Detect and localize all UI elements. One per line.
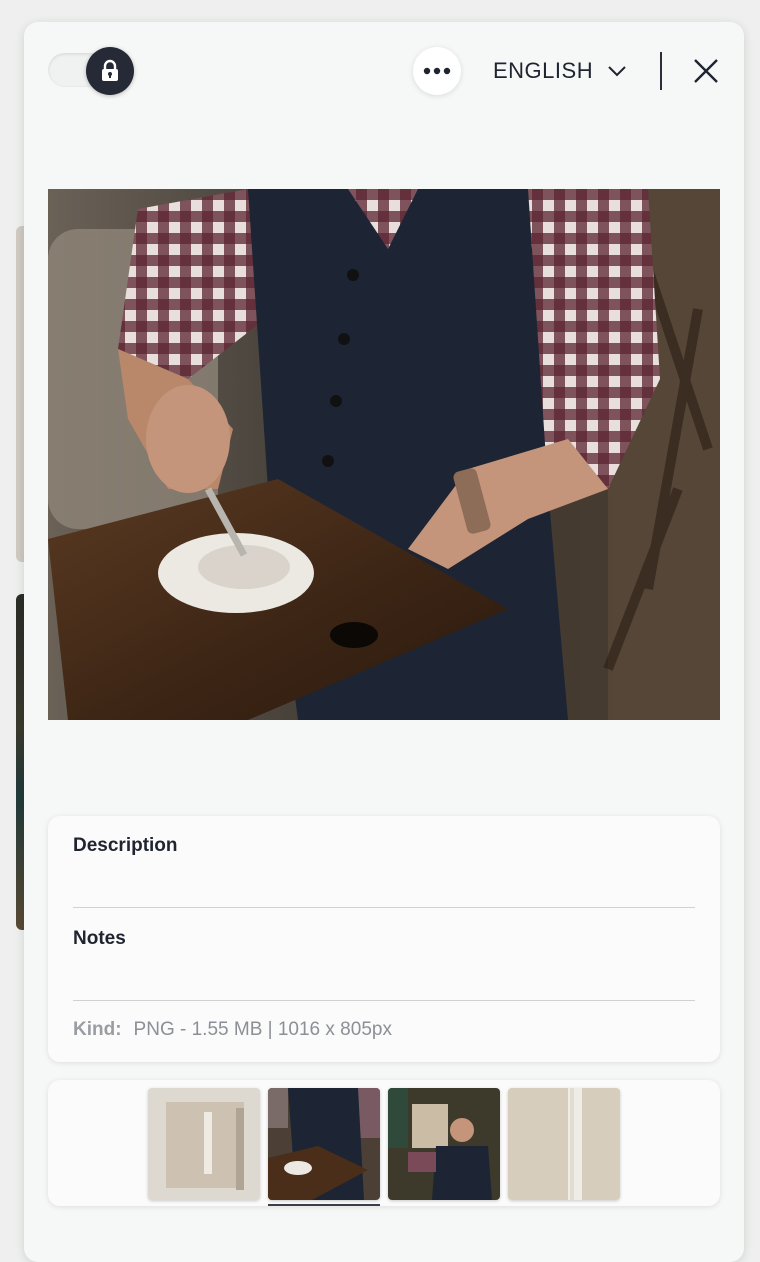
kind-value: PNG - 1.55 MB | 1016 x 805px — [133, 1019, 392, 1040]
more-horizontal-icon — [423, 67, 451, 75]
kind-label: Kind: — [73, 1019, 122, 1040]
thumbnail-item[interactable] — [148, 1088, 260, 1200]
thumbnail-strip — [48, 1080, 720, 1206]
main-image — [48, 189, 720, 720]
more-options-button[interactable] — [413, 47, 461, 95]
description-field[interactable] — [73, 907, 695, 908]
close-button[interactable] — [690, 55, 722, 87]
notes-field[interactable] — [73, 1000, 695, 1001]
lock-icon[interactable] — [86, 47, 134, 95]
description-label: Description — [73, 835, 178, 856]
thumbnail-item[interactable] — [388, 1088, 500, 1200]
thumbnail-item-selected[interactable] — [268, 1088, 380, 1200]
header-divider — [660, 52, 662, 90]
language-selector[interactable]: ENGLISH — [493, 55, 627, 87]
language-label: ENGLISH — [493, 58, 594, 83]
kind-row: Kind: PNG - 1.55 MB | 1016 x 805px — [73, 1019, 392, 1041]
close-icon — [694, 59, 718, 83]
chevron-down-icon — [608, 66, 626, 77]
image-info-card: Description Notes Kind: PNG - 1.55 MB | … — [48, 816, 720, 1062]
notes-label: Notes — [73, 928, 126, 949]
image-detail-modal: ENGLISH Description Notes Kind: PNG - 1.… — [24, 22, 744, 1262]
thumbnail-item[interactable] — [508, 1088, 620, 1200]
selected-indicator — [268, 1204, 380, 1206]
